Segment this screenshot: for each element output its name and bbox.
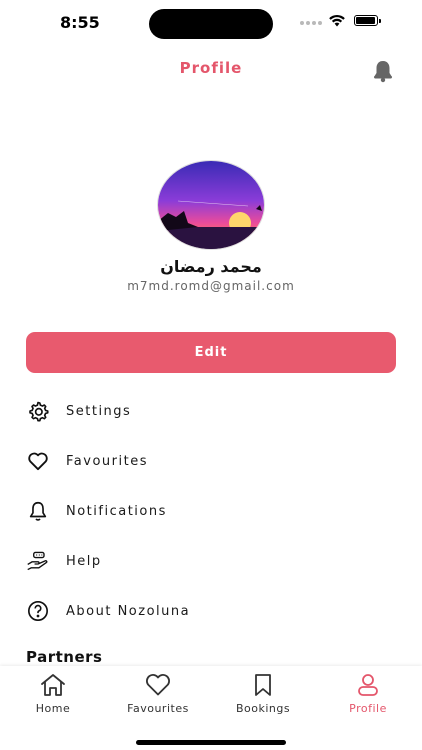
- hand-help-icon: [26, 549, 50, 573]
- menu-item-label: Settings: [66, 403, 132, 419]
- tab-bookings[interactable]: Bookings: [223, 672, 303, 715]
- tab-profile[interactable]: Profile: [328, 672, 408, 715]
- gear-icon: [26, 399, 50, 423]
- tab-label: Profile: [349, 702, 387, 715]
- menu-item-label: Help: [66, 553, 102, 569]
- menu-item-help[interactable]: Help: [26, 546, 396, 576]
- menu-item-about[interactable]: About Nozoluna: [26, 596, 396, 626]
- tab-bar: Home Favourites Bookings Profile: [0, 666, 422, 750]
- edit-profile-button[interactable]: Edit: [26, 332, 396, 373]
- menu-item-label: Favourites: [66, 453, 148, 469]
- question-circle-icon: [26, 599, 50, 623]
- heart-icon: [26, 449, 50, 473]
- page-title: Profile: [179, 59, 243, 77]
- menu-item-favourites[interactable]: Favourites: [26, 446, 396, 476]
- menu-item-label: Notifications: [66, 503, 167, 519]
- dynamic-island: [149, 9, 273, 39]
- notifications-bell-button[interactable]: [370, 58, 396, 84]
- status-bar: 8:55: [0, 0, 422, 46]
- tab-favourites[interactable]: Favourites: [118, 672, 198, 715]
- partners-heading: Partners: [26, 648, 103, 666]
- home-icon: [13, 672, 93, 698]
- home-indicator: [136, 740, 286, 745]
- battery-icon: [354, 15, 381, 26]
- bell-icon: [26, 499, 50, 523]
- user-email: m7md.romd@gmail.com: [127, 279, 295, 293]
- menu-item-settings[interactable]: Settings: [26, 396, 396, 426]
- tab-label: Bookings: [235, 702, 291, 715]
- status-time: 8:55: [60, 13, 100, 32]
- tab-label: Favourites: [127, 702, 189, 715]
- sunset-avatar-image: [158, 161, 264, 249]
- menu-item-label: About Nozoluna: [66, 603, 191, 619]
- menu-item-notifications[interactable]: Notifications: [26, 496, 396, 526]
- profile-avatar[interactable]: [157, 160, 265, 250]
- bell-icon: [374, 61, 392, 83]
- user-name: محمد رمضان: [160, 257, 262, 276]
- wifi-icon: [329, 14, 345, 27]
- bookmark-icon: [223, 672, 303, 698]
- heart-icon: [118, 672, 198, 698]
- person-icon: [328, 672, 408, 698]
- tab-home[interactable]: Home: [13, 672, 93, 715]
- cellular-signal-icon: [300, 21, 322, 25]
- tab-label: Home: [35, 702, 71, 715]
